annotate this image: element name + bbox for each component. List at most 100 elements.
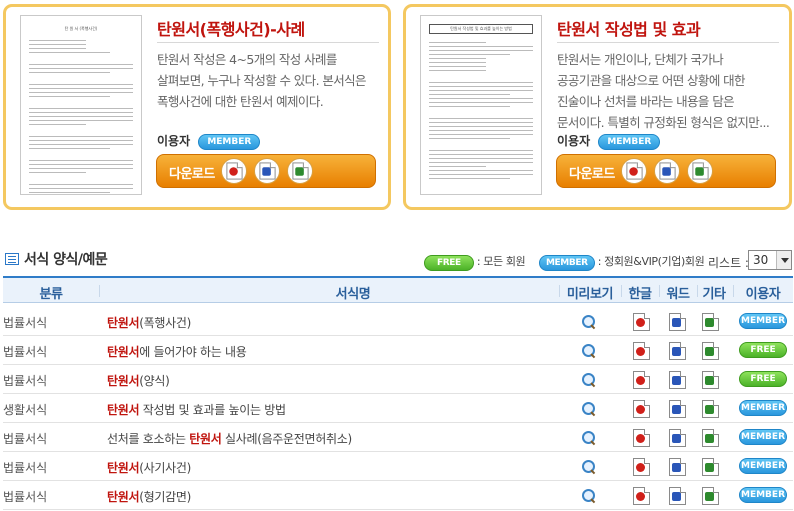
magnifier-icon[interactable] [581,401,596,416]
title-prefix: 선처를 호소하는 [107,432,190,446]
divider [557,42,779,43]
row-form-link[interactable]: 탄원서(폭행사건) [107,314,191,331]
legend-free: FREE : 모든 회원 [424,253,526,271]
user-label: 이용자 [157,134,191,148]
row-form-link[interactable]: 탄원서(형기감면) [107,488,191,505]
excel-file-icon[interactable] [702,342,719,360]
word-file-icon[interactable] [669,342,686,360]
legend-member: MEMBER : 정회원&VIP(기업)회원 [539,253,705,271]
hwp-file-icon[interactable] [633,371,650,389]
word-file-icon[interactable] [669,371,686,389]
free-badge: FREE [424,255,474,271]
document-thumbnail[interactable]: 탄 원 서 (폭행사건) [20,15,142,195]
section-title: 서식 양식/예문 [24,252,108,268]
download-label: 다운로드 [169,167,215,182]
member-badge: MEMBER [739,313,787,329]
col-user-level: 이용자 [745,287,781,302]
excel-file-icon[interactable] [702,313,719,331]
excel-file-icon[interactable] [702,400,719,418]
excel-file-icon[interactable] [702,458,719,476]
col-category: 분류 [39,287,63,302]
title-highlight: 탄원서 [107,403,140,417]
excel-file-icon [692,162,709,180]
magnifier-icon[interactable] [581,459,596,474]
divider [157,42,379,43]
featured-card-1: 탄 원 서 (폭행사건) 탄원서(폭행사건)-사례 탄원서 작성은 4~5개의 … [3,4,391,210]
hwp-file-icon[interactable] [633,458,650,476]
row-category: 법률서식 [3,490,48,504]
title-suffix: (형기감면) [139,490,191,504]
word-download-button[interactable] [254,158,280,184]
title-highlight: 탄원서 [107,461,140,475]
excel-file-icon[interactable] [702,371,719,389]
title-suffix: 에 들어가야 하는 내용 [139,345,247,359]
thumbnail-title: 탄원서 작성법 및 효과를 높이는 방법 [429,24,533,34]
word-download-button[interactable] [654,158,680,184]
title-highlight: 탄원서 [107,316,140,330]
table-row: 법률서식 탄원서(양식) FREE [3,365,793,394]
excel-download-button[interactable] [687,158,713,184]
row-category: 법률서식 [3,345,48,359]
col-word: 워드 [666,287,690,302]
hwp-file-icon[interactable] [633,400,650,418]
excel-file-icon[interactable] [702,487,719,505]
member-badge: MEMBER [739,458,787,474]
table-header: 분류 서식명 미리보기 한글 워드 기타 이용자 [3,276,793,303]
hwp-file-icon[interactable] [633,313,650,331]
member-badge: MEMBER [539,255,595,271]
member-badge: MEMBER [598,133,661,150]
magnifier-icon[interactable] [581,314,596,329]
download-bar: 다운로드 [156,154,376,188]
magnifier-icon[interactable] [581,372,596,387]
row-form-link[interactable]: 탄원서(양식) [107,372,170,389]
word-file-icon[interactable] [669,458,686,476]
magnifier-icon[interactable] [581,488,596,503]
download-label: 다운로드 [569,167,615,182]
word-file-icon [659,162,676,180]
row-form-link[interactable]: 탄원서에 들어가야 하는 내용 [107,343,247,360]
legend-free-text: : 모든 회원 [476,255,526,268]
hwp-file-icon [226,162,243,180]
list-size-select[interactable]: 30 [748,250,792,270]
word-file-icon[interactable] [669,487,686,505]
table-row: 법률서식 탄원서에 들어가야 하는 내용 FREE [3,336,793,365]
table-row: 법률서식 탄원서(폭행사건) MEMBER [3,307,793,336]
row-form-link[interactable]: 탄원서 작성법 및 효과를 높이는 방법 [107,401,286,418]
hwp-download-button[interactable] [221,158,247,184]
title-suffix: (폭행사건) [139,316,191,330]
free-badge: FREE [739,371,787,387]
list-size-label: 리스트 : [708,256,749,270]
card-title[interactable]: 탄원서(폭행사건)-사례 [157,16,305,40]
excel-download-button[interactable] [287,158,313,184]
word-file-icon [259,162,276,180]
row-category: 법률서식 [3,374,48,388]
row-form-link[interactable]: 선처를 호소하는 탄원서 실사례(음주운전면허취소) [107,430,352,447]
card-title[interactable]: 탄원서 작성법 및 효과 [557,16,701,40]
title-highlight: 탄원서 [189,432,222,446]
user-label: 이용자 [557,134,591,148]
word-file-icon[interactable] [669,313,686,331]
magnifier-icon[interactable] [581,430,596,445]
table-row: 법률서식 탄원서(형기감면) MEMBER [3,481,793,510]
user-level: 이용자 MEMBER [557,132,661,150]
title-highlight: 탄원서 [107,345,140,359]
table-row: 법률서식 선처를 호소하는 탄원서 실사례(음주운전면허취소) MEMBER [3,423,793,452]
thumbnail-title: 탄 원 서 (폭행사건) [64,26,98,31]
document-thumbnail[interactable]: 탄원서 작성법 및 효과를 높이는 방법 [420,15,542,195]
hwp-download-button[interactable] [621,158,647,184]
hwp-file-icon[interactable] [633,342,650,360]
word-file-icon[interactable] [669,429,686,447]
word-file-icon[interactable] [669,400,686,418]
title-highlight: 탄원서 [107,490,140,504]
hwp-file-icon[interactable] [633,487,650,505]
free-badge: FREE [739,342,787,358]
magnifier-icon[interactable] [581,343,596,358]
card-description: 탄원서 작성은 4~5개의 작성 사례를 살펴보면, 누구나 작성할 수 있다.… [157,52,367,109]
col-other: 기타 [702,287,726,302]
hwp-file-icon[interactable] [633,429,650,447]
row-form-link[interactable]: 탄원서(사기사건) [107,459,191,476]
member-badge: MEMBER [739,487,787,503]
excel-file-icon[interactable] [702,429,719,447]
title-highlight: 탄원서 [107,374,140,388]
card-description: 탄원서는 개인이나, 단체가 국가나 공공기관을 대상으로 어떤 상황에 대한 … [557,52,770,130]
